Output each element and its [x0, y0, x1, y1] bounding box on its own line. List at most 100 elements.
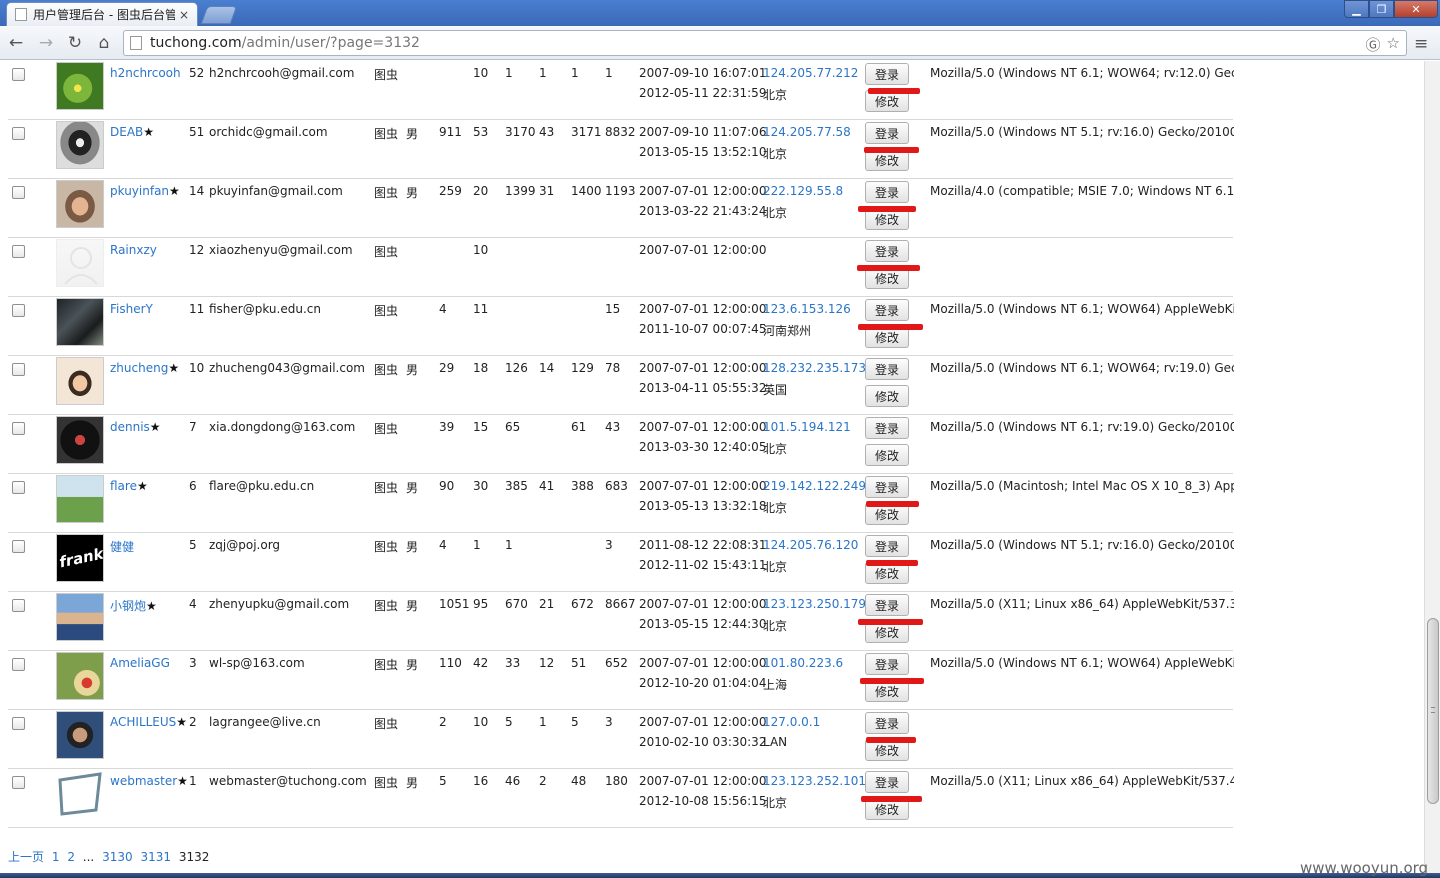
- username-link[interactable]: webmaster: [110, 774, 177, 788]
- row-checkbox[interactable]: [12, 245, 25, 258]
- stat-cell-c5: 51: [571, 656, 587, 670]
- user-agent-cell: Mozilla/5.0 (Windows NT 5.1; rv:16.0) Ge…: [930, 538, 1234, 552]
- tab-close-icon[interactable]: ×: [179, 8, 189, 22]
- row-checkbox[interactable]: [12, 658, 25, 671]
- login-as-user-button[interactable]: 登录: [865, 476, 909, 498]
- login-as-user-button[interactable]: 登录: [865, 63, 909, 85]
- stat-cell-c2: 53: [473, 125, 489, 139]
- username-link[interactable]: AmeliaGG: [110, 656, 170, 670]
- username-cell: 小钢炮★: [110, 597, 157, 614]
- avatar[interactable]: [56, 121, 104, 169]
- login-as-user-button[interactable]: 登录: [865, 240, 909, 262]
- login-as-user-button[interactable]: 登录: [865, 417, 909, 439]
- username-link[interactable]: DEAB: [110, 125, 143, 139]
- ip-link[interactable]: 124.205.77.58: [763, 125, 851, 139]
- edit-user-button[interactable]: 修改: [865, 385, 909, 407]
- avatar[interactable]: [56, 239, 104, 287]
- table-row: h2nchrcooh 52 h2nchrcooh@gmail.com 图虫 10 1 1 1 1…: [8, 61, 1234, 120]
- row-checkbox[interactable]: [12, 304, 25, 317]
- login-as-user-button[interactable]: 登录: [865, 122, 909, 144]
- row-checkbox[interactable]: [12, 540, 25, 553]
- minimize-button[interactable]: ▁: [1344, 0, 1369, 18]
- username-link[interactable]: pkuyinfan: [110, 184, 169, 198]
- ip-link[interactable]: 101.5.194.121: [763, 420, 851, 434]
- username-cell: zhucheng★: [110, 361, 179, 375]
- avatar[interactable]: [56, 475, 104, 523]
- username-link[interactable]: ACHILLEUS: [110, 715, 176, 729]
- username-link[interactable]: flare: [110, 479, 137, 493]
- back-arrow-icon[interactable]: ←: [5, 32, 27, 54]
- username-link[interactable]: 健健: [110, 540, 134, 554]
- avatar[interactable]: [56, 652, 104, 700]
- ip-link[interactable]: 222.129.55.8: [763, 184, 843, 198]
- ip-link[interactable]: 123.123.250.179: [763, 597, 866, 611]
- login-as-user-button[interactable]: 登录: [865, 594, 909, 616]
- row-checkbox[interactable]: [12, 68, 25, 81]
- email-cell: wl-sp@163.com: [209, 656, 305, 670]
- menu-icon[interactable]: ≡: [1414, 34, 1428, 54]
- user-agent-cell: Mozilla/4.0 (compatible; MSIE 7.0; Windo…: [930, 184, 1234, 198]
- ip-link[interactable]: 127.0.0.1: [763, 715, 820, 729]
- avatar[interactable]: [56, 62, 104, 110]
- username-link[interactable]: h2nchrcooh: [110, 66, 181, 80]
- login-as-user-button[interactable]: 登录: [865, 535, 909, 557]
- ip-link[interactable]: 124.205.77.212: [763, 66, 858, 80]
- ip-link[interactable]: 128.232.235.173: [763, 361, 866, 375]
- vertical-scrollbar[interactable]: [1424, 61, 1440, 873]
- forward-arrow-icon[interactable]: →: [35, 32, 57, 54]
- row-checkbox[interactable]: [12, 422, 25, 435]
- url-text[interactable]: tuchong.com/admin/user/?page=3132: [150, 35, 420, 51]
- avatar[interactable]: [56, 416, 104, 464]
- avatar[interactable]: frank: [56, 534, 104, 582]
- username-link[interactable]: zhucheng: [110, 361, 168, 375]
- google-g-icon[interactable]: Ⓖ: [1366, 34, 1381, 55]
- login-as-user-button[interactable]: 登录: [865, 181, 909, 203]
- edit-user-button[interactable]: 修改: [865, 444, 909, 466]
- stat-cell-c6: 180: [605, 774, 628, 788]
- last-login-time: 2012-11-02 15:43:11: [639, 558, 767, 572]
- ip-link[interactable]: 101.80.223.6: [763, 656, 843, 670]
- avatar[interactable]: [56, 357, 104, 405]
- address-bar[interactable]: tuchong.com/admin/user/?page=3132 Ⓖ ☆: [123, 30, 1407, 56]
- username-link[interactable]: FisherY: [110, 302, 153, 316]
- ip-link[interactable]: 219.142.122.249: [763, 479, 866, 493]
- login-as-user-button[interactable]: 登录: [865, 712, 909, 734]
- bookmark-star-icon[interactable]: ☆: [1387, 34, 1400, 55]
- login-as-user-button[interactable]: 登录: [865, 299, 909, 321]
- prev-page-link[interactable]: 上一页: [8, 850, 44, 864]
- login-as-user-button[interactable]: 登录: [865, 358, 909, 380]
- page-link-2[interactable]: 2: [67, 850, 75, 864]
- reload-icon[interactable]: ↻: [64, 32, 86, 54]
- close-window-button[interactable]: ✕: [1394, 0, 1438, 18]
- new-tab-button[interactable]: [200, 6, 238, 24]
- row-checkbox[interactable]: [12, 127, 25, 140]
- page-link-3130[interactable]: 3130: [102, 850, 133, 864]
- avatar[interactable]: [56, 593, 104, 641]
- row-checkbox[interactable]: [12, 776, 25, 789]
- email-cell: orchidc@gmail.com: [209, 125, 328, 139]
- ip-link[interactable]: 123.6.153.126: [763, 302, 851, 316]
- row-checkbox[interactable]: [12, 717, 25, 730]
- username-link[interactable]: 小钢炮: [110, 599, 146, 613]
- avatar[interactable]: [56, 298, 104, 346]
- page-link-1[interactable]: 1: [52, 850, 60, 864]
- row-checkbox[interactable]: [12, 481, 25, 494]
- stat-cell-c3: 33: [505, 656, 521, 670]
- login-as-user-button[interactable]: 登录: [865, 653, 909, 675]
- username-link[interactable]: Rainxzy: [110, 243, 157, 257]
- row-checkbox[interactable]: [12, 599, 25, 612]
- browser-tab[interactable]: 用户管理后台 - 图虫后台管 ×: [6, 2, 198, 26]
- avatar[interactable]: [56, 770, 104, 818]
- home-icon[interactable]: ⌂: [93, 32, 115, 54]
- scrollbar-thumb[interactable]: [1427, 618, 1439, 804]
- login-as-user-button[interactable]: 登录: [865, 771, 909, 793]
- username-link[interactable]: dennis: [110, 420, 150, 434]
- ip-link[interactable]: 123.123.252.101: [763, 774, 866, 788]
- maximize-button[interactable]: ❐: [1369, 0, 1394, 18]
- ip-link[interactable]: 124.205.76.120: [763, 538, 858, 552]
- avatar[interactable]: [56, 180, 104, 228]
- page-link-3131[interactable]: 3131: [140, 850, 171, 864]
- row-checkbox[interactable]: [12, 186, 25, 199]
- row-checkbox[interactable]: [12, 363, 25, 376]
- avatar[interactable]: [56, 711, 104, 759]
